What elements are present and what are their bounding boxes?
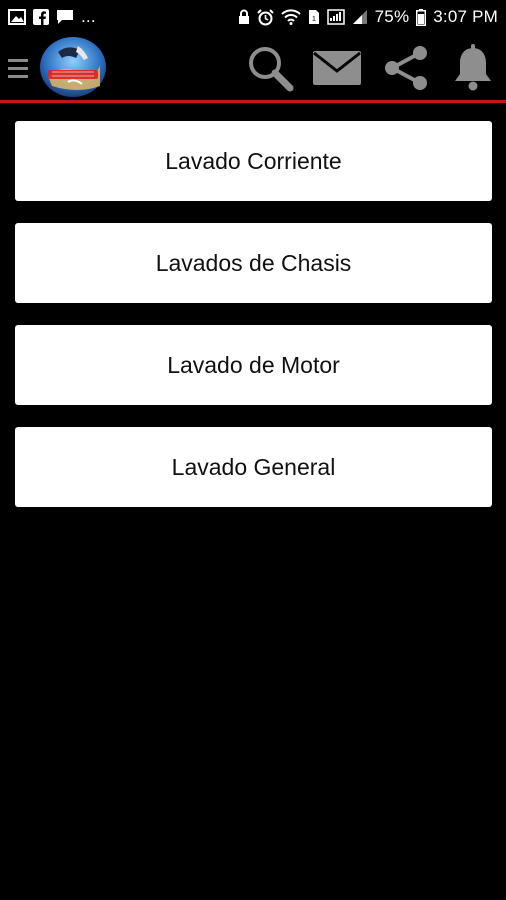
app-logo[interactable] <box>38 36 108 98</box>
sim-icon: 1 <box>308 9 320 25</box>
status-right: 1 75% 3:07 PM <box>238 7 498 27</box>
clock: 3:07 PM <box>433 7 498 26</box>
facebook-icon <box>33 9 49 25</box>
data-icon <box>326 9 345 25</box>
image-icon <box>8 9 26 25</box>
battery-icon <box>416 8 427 26</box>
lock-icon <box>238 9 250 25</box>
alarm-icon <box>256 8 274 26</box>
bell-icon[interactable] <box>447 42 499 94</box>
battery-percent: 75% <box>374 7 410 26</box>
menu-item-label: Lavado General <box>171 453 336 480</box>
menu-item-lavados-de-chasis[interactable]: Lavados de Chasis <box>15 223 492 303</box>
menu-item-lavado-de-motor[interactable]: Lavado de Motor <box>15 325 492 405</box>
wifi-icon <box>280 9 301 25</box>
mail-icon[interactable] <box>311 42 363 94</box>
chat-icon <box>56 9 74 25</box>
status-left: ... <box>8 7 96 27</box>
app-bar <box>0 34 506 100</box>
share-icon[interactable] <box>380 42 432 94</box>
menu-item-label: Lavado de Motor <box>167 351 340 378</box>
search-icon[interactable] <box>244 42 296 94</box>
menu-item-label: Lavados de Chasis <box>155 249 352 276</box>
menu-item-lavado-corriente[interactable]: Lavado Corriente <box>15 121 492 201</box>
menu-item-lavado-general[interactable]: Lavado General <box>15 427 492 507</box>
hamburger-menu-icon[interactable] <box>8 56 32 80</box>
menu-item-label: Lavado Corriente <box>165 147 342 174</box>
status-bar: ... 1 75% 3:07 PM <box>0 0 506 34</box>
svg-text:1: 1 <box>312 16 316 23</box>
more-notifications: ... <box>81 7 96 26</box>
app-bar-divider <box>0 100 506 103</box>
signal-icon <box>352 9 368 25</box>
service-menu: Lavado Corriente Lavados de Chasis Lavad… <box>15 121 492 529</box>
